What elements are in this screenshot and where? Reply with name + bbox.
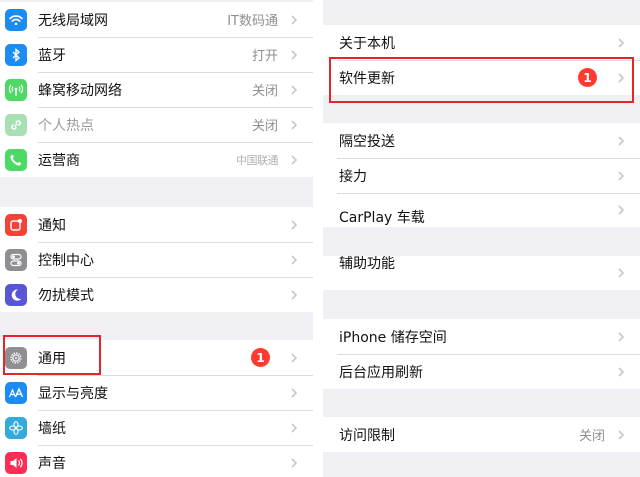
settings-row-do-not-disturb[interactable]: 勿扰模式 [0, 277, 313, 312]
settings-row-label: 声音 [38, 455, 66, 472]
settings-row-label: 关于本机 [339, 35, 395, 52]
notifications-group: 通知 控制中心 勿扰模式 [0, 207, 313, 312]
chevron-right-icon [291, 387, 298, 398]
text-size-icon [5, 381, 27, 404]
settings-row-label: 接力 [339, 168, 367, 185]
chevron-right-icon [618, 170, 625, 181]
chevron-right-icon [291, 49, 298, 60]
chevron-right-icon [291, 352, 298, 363]
wlan-network-name: IT数码通 [227, 14, 278, 29]
settings-panel-left: 无线局域网 IT数码通 蓝牙 打开 蜂窝移动网络 关闭 个人热点 关闭 运营商 … [0, 0, 313, 477]
settings-row-label: iPhone 储存空间 [339, 329, 447, 346]
carrier-name: 中国联通 [236, 153, 279, 167]
settings-row-label: 通知 [38, 217, 66, 234]
settings-row-label: 蓝牙 [38, 47, 66, 64]
restrictions-status: 关闭 [578, 429, 605, 444]
chevron-right-icon [291, 457, 298, 468]
airdrop-group: 隔空投送 接力 CarPlay 车载 [323, 123, 640, 227]
settings-row-carplay[interactable]: CarPlay 车载 [323, 193, 640, 227]
settings-row-label: 访问限制 [339, 427, 395, 444]
moon-icon [5, 283, 27, 306]
wifi-icon [5, 8, 27, 31]
settings-row-handoff[interactable]: 接力 [323, 158, 640, 193]
chevron-right-icon [291, 119, 298, 130]
restrictions-group: 访问限制 关闭 [323, 417, 640, 452]
settings-row-display-brightness[interactable]: 显示与亮度 [0, 375, 313, 410]
settings-panel-right: 关于本机 软件更新 1 隔空投送 接力 CarPlay 车载 辅助功能 iPho… [323, 0, 640, 477]
update-badge: 1 [251, 348, 270, 367]
settings-row-iphone-storage[interactable]: iPhone 储存空间 [323, 319, 640, 354]
chevron-right-icon [291, 422, 298, 433]
settings-row-bluetooth[interactable]: 蓝牙 打开 [0, 37, 313, 72]
panel-divider [313, 0, 323, 477]
settings-row-sounds[interactable]: 声音 [0, 445, 313, 477]
settings-row-label: 显示与亮度 [38, 385, 108, 402]
speaker-icon [5, 451, 27, 474]
accessibility-group: 辅助功能 [323, 256, 640, 290]
update-badge: 1 [578, 68, 597, 87]
settings-row-accessibility[interactable]: 辅助功能 [323, 256, 640, 290]
about-group: 关于本机 软件更新 1 [323, 25, 640, 95]
settings-row-airdrop[interactable]: 隔空投送 [323, 123, 640, 158]
chevron-right-icon [618, 37, 625, 48]
settings-row-label: 无线局域网 [38, 12, 108, 29]
settings-row-background-refresh[interactable]: 后台应用刷新 [323, 354, 640, 389]
chevron-right-icon [291, 14, 298, 25]
settings-row-hotspot[interactable]: 个人热点 关闭 [0, 107, 313, 142]
chevron-right-icon [618, 205, 625, 215]
bluetooth-status: 打开 [251, 49, 278, 64]
settings-row-label: 运营商 [38, 152, 80, 169]
settings-row-general[interactable]: 通用 1 [0, 340, 313, 375]
settings-row-control-center[interactable]: 控制中心 [0, 242, 313, 277]
settings-row-restrictions[interactable]: 访问限制 关闭 [323, 417, 640, 452]
chevron-right-icon [291, 154, 298, 165]
chevron-right-icon [618, 268, 625, 278]
settings-row-label: 勿扰模式 [38, 287, 94, 304]
gear-icon [5, 346, 27, 369]
settings-row-label: CarPlay 车载 [339, 210, 425, 226]
settings-row-label: 个人热点 [38, 117, 94, 134]
settings-row-label: 后台应用刷新 [339, 364, 423, 381]
general-group: 通用 1 显示与亮度 墙纸 声音 [0, 340, 313, 477]
settings-row-about[interactable]: 关于本机 [323, 25, 640, 60]
bluetooth-icon [5, 43, 27, 66]
settings-row-label: 软件更新 [339, 70, 395, 87]
settings-row-label: 隔空投送 [339, 133, 395, 150]
settings-row-wlan[interactable]: 无线局域网 IT数码通 [0, 2, 313, 37]
settings-row-label: 蜂窝移动网络 [38, 82, 122, 99]
notification-icon [5, 213, 27, 236]
settings-row-label: 通用 [38, 350, 66, 367]
chevron-right-icon [618, 72, 625, 83]
settings-row-wallpaper[interactable]: 墙纸 [0, 410, 313, 445]
phone-icon [5, 148, 27, 171]
chevron-right-icon [618, 366, 625, 377]
storage-group: iPhone 储存空间 后台应用刷新 [323, 319, 640, 389]
hotspot-icon [5, 113, 27, 136]
antenna-icon [5, 78, 27, 101]
settings-row-label: 控制中心 [38, 252, 94, 269]
chevron-right-icon [618, 331, 625, 342]
connectivity-group: 无线局域网 IT数码通 蓝牙 打开 蜂窝移动网络 关闭 个人热点 关闭 运营商 … [0, 2, 313, 177]
settings-row-software-update[interactable]: 软件更新 1 [323, 60, 640, 95]
control-center-icon [5, 248, 27, 271]
chevron-right-icon [618, 135, 625, 146]
cellular-status: 关闭 [251, 84, 278, 99]
settings-row-label: 墙纸 [38, 420, 66, 437]
chevron-right-icon [618, 429, 625, 440]
settings-row-notifications[interactable]: 通知 [0, 207, 313, 242]
chevron-right-icon [291, 254, 298, 265]
hotspot-status: 关闭 [251, 119, 278, 134]
chevron-right-icon [291, 289, 298, 300]
chevron-right-icon [291, 219, 298, 230]
flower-icon [5, 416, 27, 439]
settings-row-cellular[interactable]: 蜂窝移动网络 关闭 [0, 72, 313, 107]
chevron-right-icon [291, 84, 298, 95]
settings-row-carrier[interactable]: 运营商 中国联通 [0, 142, 313, 177]
settings-row-label: 辅助功能 [339, 256, 395, 272]
